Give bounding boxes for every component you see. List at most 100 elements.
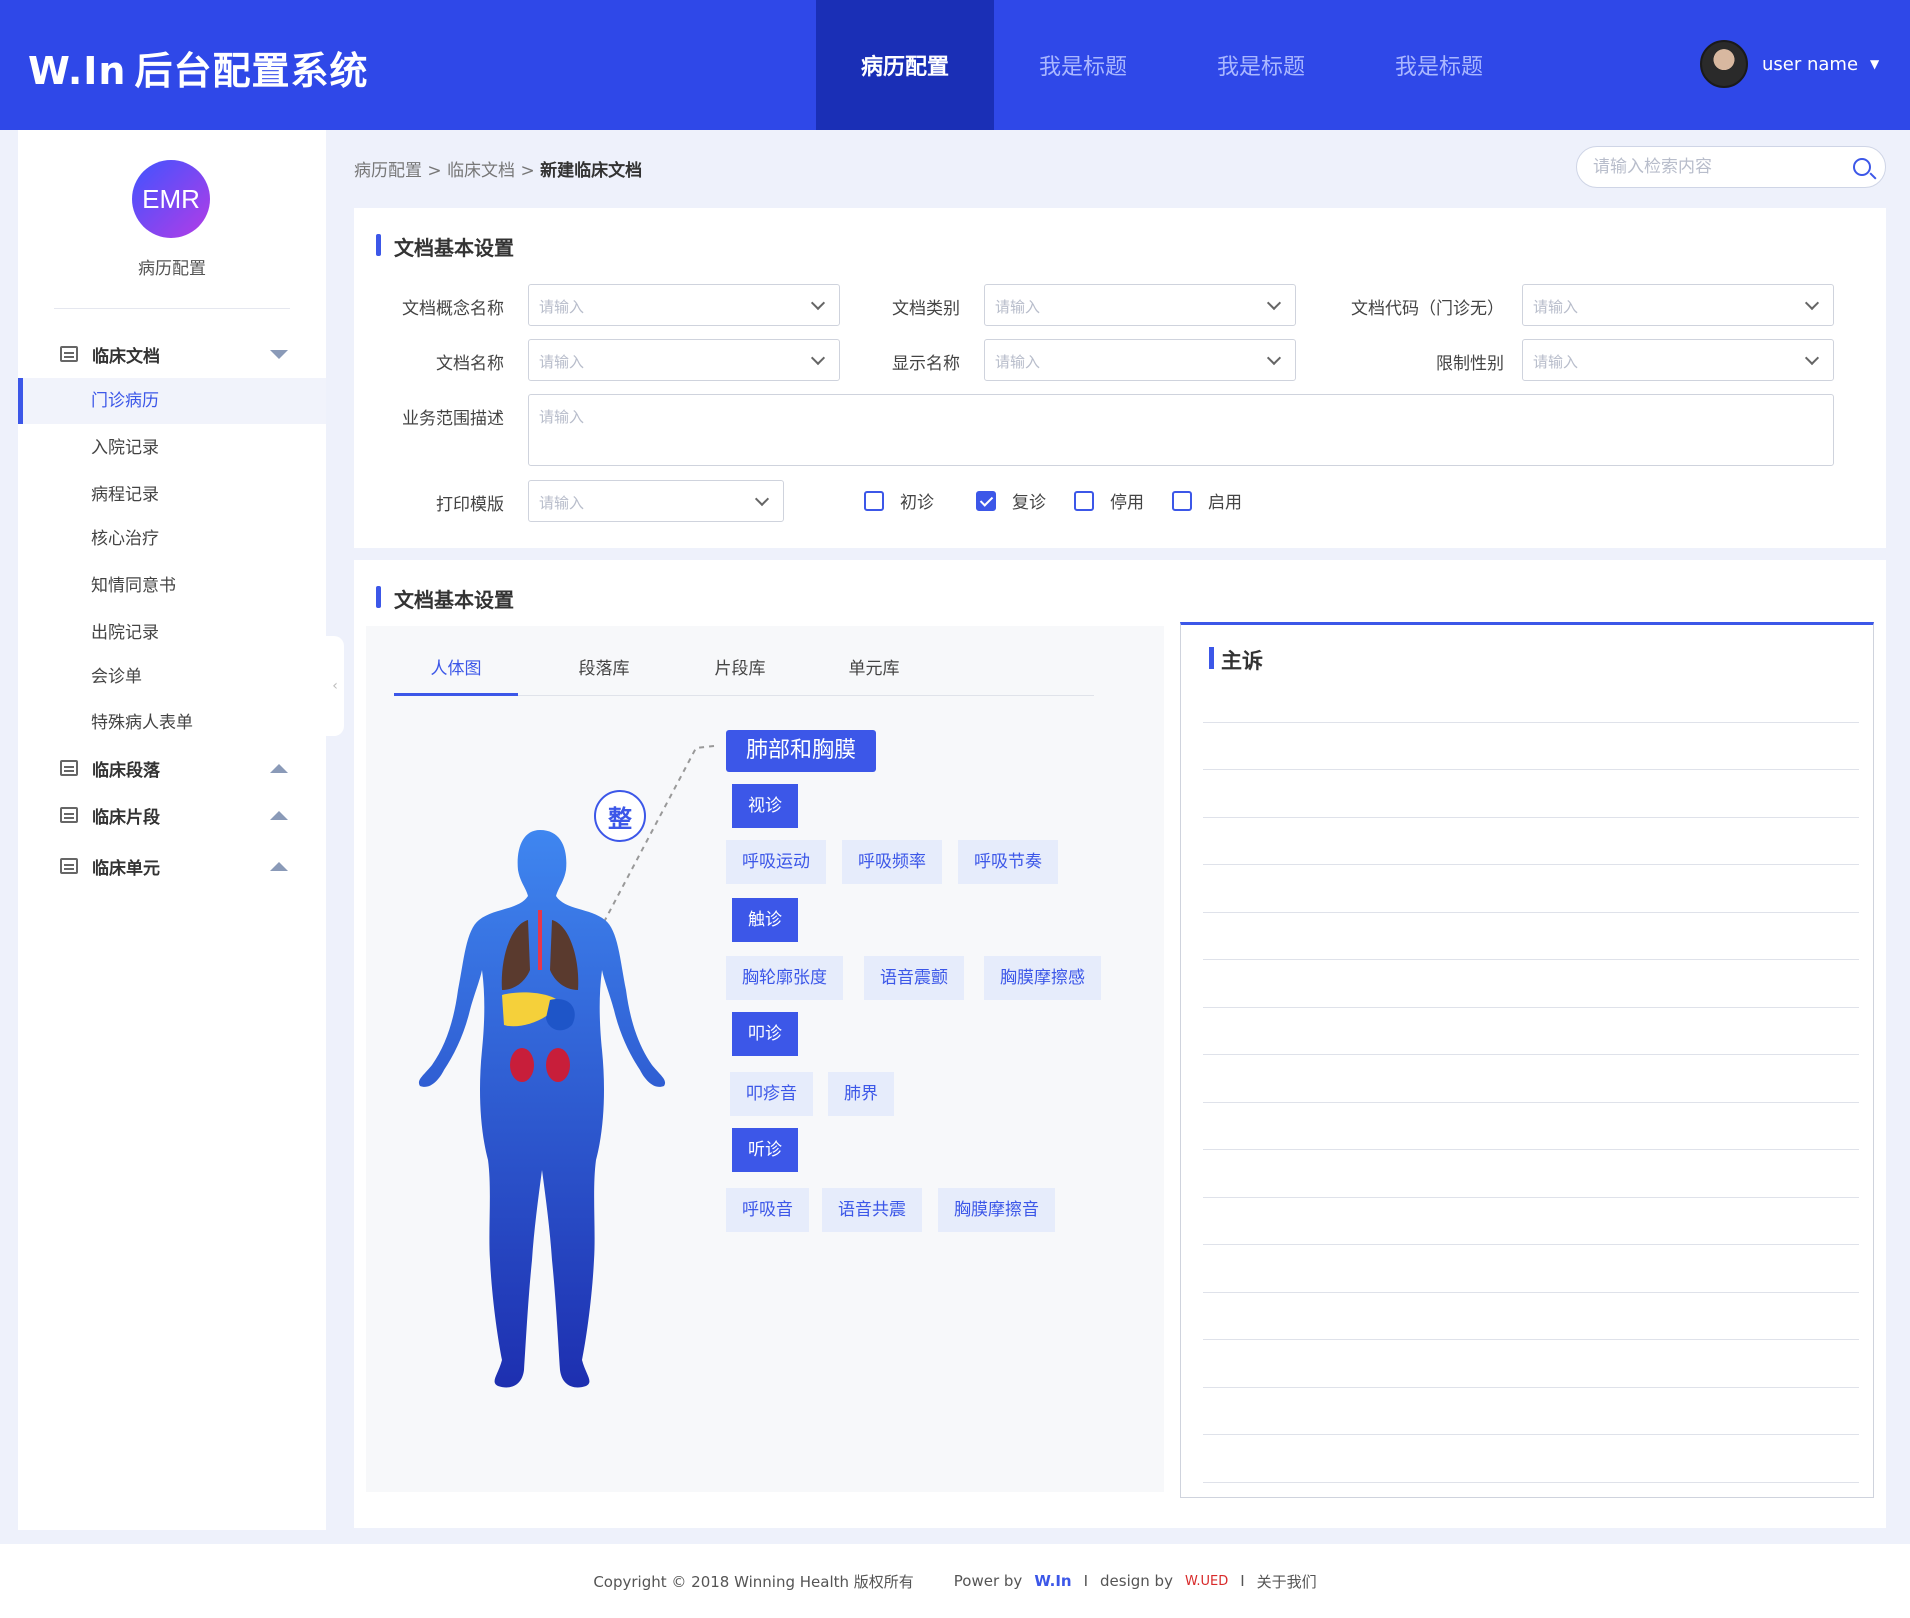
ruled-lines[interactable] [1203, 675, 1859, 1483]
category-percussion[interactable]: 叩诊 [732, 1012, 798, 1056]
document-icon [60, 858, 78, 874]
breadcrumb-current: 新建临床文档 [540, 161, 643, 181]
tag-item[interactable]: 胸轮廓张度 [726, 956, 843, 1000]
checkbox-box[interactable] [864, 490, 884, 511]
about-us-link[interactable]: 关于我们 [1257, 1571, 1317, 1592]
caret-down-icon[interactable] [270, 349, 288, 359]
sidebar-item-admission[interactable]: 入院记录 [18, 425, 326, 471]
sidebar-item-consent[interactable]: 知情同意书 [18, 563, 326, 609]
scope-description-textarea[interactable]: 请输入 [528, 394, 1834, 466]
caret-down-icon[interactable]: ▼ [1870, 57, 1879, 71]
tag-item[interactable]: 呼吸节奏 [958, 840, 1058, 884]
nav-item-2[interactable]: 我是标题 [994, 0, 1172, 130]
section-lungs-pleura[interactable]: 肺部和胸膜 [726, 730, 877, 772]
search-icon[interactable] [1853, 158, 1871, 176]
tag-item[interactable]: 呼吸运动 [726, 840, 826, 884]
caret-up-icon[interactable] [270, 810, 288, 820]
user-name[interactable]: user name [1762, 54, 1858, 75]
body-map-area: 人体图 段落库 片段库 单元库 整 肺部和胸膜 视诊 呼吸运动 呼吸频率 呼吸节… [366, 626, 1164, 1492]
sidebar-item-progress[interactable]: 病程记录 [18, 472, 326, 518]
field-label: 打印模版 [436, 495, 504, 515]
copyright-text: Copyright © 2018 Winning Health 版权所有 [593, 1572, 914, 1591]
brand-name: W.In [28, 49, 127, 93]
nav-item-3[interactable]: 我是标题 [1172, 0, 1350, 130]
panel-title: 文档基本设置 [376, 232, 514, 261]
basic-settings-panel: 文档基本设置 文档概念名称 请输入 文档类别 请输入 文档代码（门诊无） 请输入… [354, 208, 1886, 548]
win-logo: W.In [1034, 1572, 1072, 1590]
group-label: 临床文档 [92, 346, 160, 367]
sidebar-item-outpatient[interactable]: 门诊病历 [18, 378, 326, 424]
sidebar-item-consultation[interactable]: 会诊单 [18, 654, 326, 700]
top-nav: 病历配置 我是标题 我是标题 我是标题 [816, 0, 1528, 130]
breadcrumb-item[interactable]: 临床文档 [447, 161, 515, 181]
chief-complaint-title: 主诉 [1209, 645, 1263, 675]
sidebar-group-clinical-paragraphs[interactable]: 临床段落 [18, 748, 326, 788]
check-icon[interactable] [976, 490, 996, 511]
breadcrumb-separator: > [427, 161, 442, 181]
doc-name-select[interactable]: 请输入 [528, 339, 840, 381]
sidebar: EMR 病历配置 临床文档 门诊病历 入院记录 病程记录 核心治疗 知情同意书 … [18, 130, 326, 1530]
category-inspection[interactable]: 视诊 [732, 784, 798, 828]
tag-item[interactable]: 胸膜摩擦感 [984, 956, 1101, 1000]
concept-name-select[interactable]: 请输入 [528, 284, 840, 326]
category-auscultation[interactable]: 听诊 [732, 1128, 798, 1172]
checkbox-box[interactable] [1172, 490, 1192, 511]
emr-logo: EMR [132, 160, 210, 238]
sidebar-item-discharge[interactable]: 出院记录 [18, 610, 326, 656]
gender-limit-select[interactable]: 请输入 [1522, 339, 1834, 381]
doc-code-select[interactable]: 请输入 [1522, 284, 1834, 326]
panel-title: 文档基本设置 [376, 584, 514, 613]
breadcrumb-separator: > [520, 161, 535, 181]
tag-item[interactable]: 呼吸频率 [842, 840, 942, 884]
display-name-select[interactable]: 请输入 [984, 339, 1296, 381]
tag-item[interactable]: 叩疹音 [730, 1072, 813, 1116]
tag-item[interactable]: 语音震颤 [864, 956, 964, 1000]
document-icon [60, 346, 78, 362]
whole-body-button[interactable]: 整 [594, 790, 646, 842]
checkbox-disabled[interactable]: 停用 [1074, 488, 1144, 513]
checkbox-label: 启用 [1208, 493, 1242, 513]
nav-item-4[interactable]: 我是标题 [1350, 0, 1528, 130]
tag-item[interactable]: 胸膜摩擦音 [938, 1188, 1055, 1232]
checkbox-follow-up[interactable]: 复诊 [976, 488, 1046, 513]
breadcrumb-item[interactable]: 病历配置 [354, 161, 422, 181]
chief-complaint-editor[interactable]: 主诉 [1180, 622, 1874, 1498]
sidebar-collapse-toggle[interactable]: ‹ [326, 636, 344, 736]
tab-fragment-library[interactable]: 片段库 [690, 654, 790, 696]
caret-up-icon[interactable] [270, 763, 288, 773]
document-icon [60, 807, 78, 823]
caret-up-icon[interactable] [270, 861, 288, 871]
tag-item[interactable]: 呼吸音 [726, 1188, 809, 1232]
tab-body-map[interactable]: 人体图 [394, 654, 518, 696]
tab-paragraph-library[interactable]: 段落库 [554, 654, 654, 696]
sidebar-group-clinical-units[interactable]: 临床单元 [18, 846, 326, 886]
sidebar-item-core-treatment[interactable]: 核心治疗 [18, 516, 326, 562]
field-label: 限制性别 [1436, 354, 1504, 374]
doc-type-select[interactable]: 请输入 [984, 284, 1296, 326]
sidebar-group-clinical-docs[interactable]: 临床文档 [18, 334, 326, 374]
breadcrumb: 病历配置 > 临床文档 > 新建临床文档 [354, 156, 642, 181]
nav-item-emr-config[interactable]: 病历配置 [816, 0, 994, 130]
human-body-icon[interactable] [390, 830, 690, 1390]
user-menu[interactable]: user name ▼ [1700, 40, 1879, 88]
checkbox-first-visit[interactable]: 初诊 [864, 488, 934, 513]
search-input[interactable] [1593, 157, 1833, 177]
power-by-label: Power by [953, 1572, 1023, 1590]
checkbox-box[interactable] [1074, 490, 1094, 511]
checkbox-label: 初诊 [900, 493, 934, 513]
footer-separator: I [1240, 1572, 1245, 1590]
library-tabs: 人体图 段落库 片段库 单元库 [394, 654, 1094, 696]
sidebar-group-clinical-fragments[interactable]: 临床片段 [18, 795, 326, 835]
field-label: 文档概念名称 [402, 299, 504, 319]
print-template-select[interactable]: 请输入 [528, 480, 784, 522]
avatar[interactable] [1700, 40, 1748, 88]
checkbox-enabled[interactable]: 启用 [1172, 488, 1242, 513]
tag-item[interactable]: 肺界 [828, 1072, 894, 1116]
footer: Copyright © 2018 Winning Health 版权所有 Pow… [0, 1544, 1910, 1618]
tab-unit-library[interactable]: 单元库 [824, 654, 924, 696]
sidebar-title: 病历配置 [138, 259, 206, 279]
sidebar-item-special-patient[interactable]: 特殊病人表单 [18, 700, 326, 746]
app-title: 后台配置系统 [134, 49, 369, 93]
category-palpation[interactable]: 触诊 [732, 898, 798, 942]
tag-item[interactable]: 语音共震 [822, 1188, 922, 1232]
